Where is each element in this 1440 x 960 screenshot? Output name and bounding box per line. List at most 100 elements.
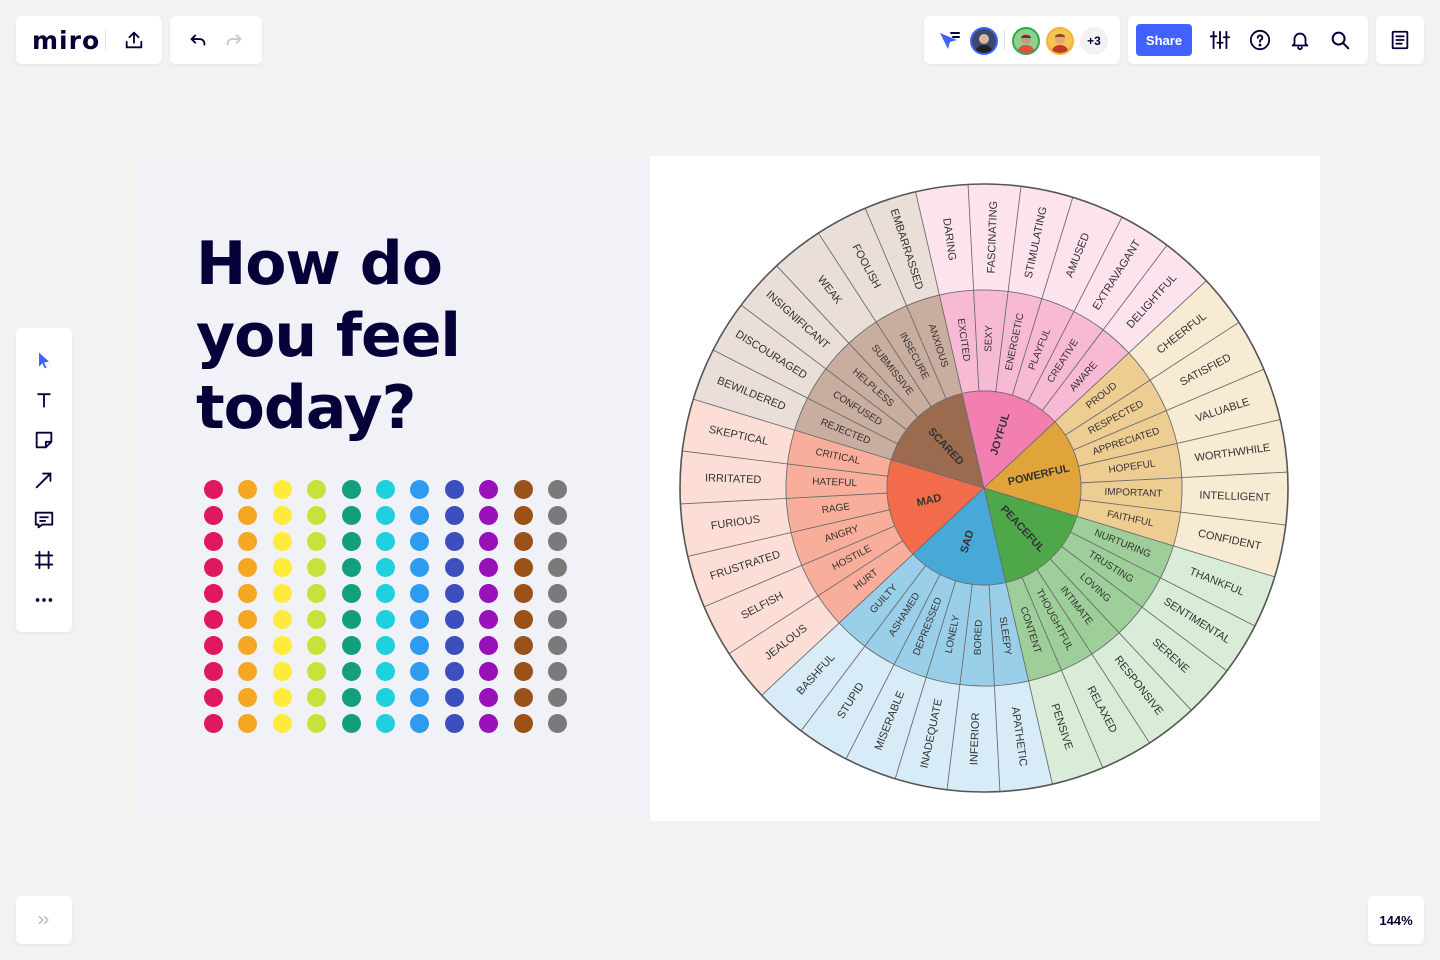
color-dot[interactable]: [376, 714, 395, 733]
color-dot[interactable]: [410, 662, 430, 681]
color-dot[interactable]: [204, 662, 223, 681]
color-dot[interactable]: [376, 662, 395, 681]
color-dot[interactable]: [204, 610, 223, 629]
color-dot[interactable]: [307, 636, 327, 655]
color-dot[interactable]: [410, 688, 430, 707]
color-dot[interactable]: [513, 662, 533, 681]
upload-icon[interactable]: [120, 26, 148, 54]
color-dot[interactable]: [444, 610, 464, 629]
color-dot[interactable]: [479, 688, 499, 707]
color-dot[interactable]: [444, 662, 464, 681]
color-dot[interactable]: [410, 532, 430, 551]
page-title[interactable]: How do you feel today?: [196, 228, 616, 444]
color-dot[interactable]: [479, 558, 499, 577]
more-dots-icon[interactable]: [30, 586, 58, 614]
color-dot[interactable]: [513, 584, 533, 603]
color-dot[interactable]: [513, 506, 533, 525]
color-dot[interactable]: [307, 688, 327, 707]
color-dot[interactable]: [341, 636, 361, 655]
color-dot[interactable]: [307, 714, 327, 733]
color-dot[interactable]: [341, 532, 361, 551]
color-dot-grid[interactable]: [198, 476, 578, 736]
color-dot[interactable]: [238, 532, 258, 551]
more-users-badge[interactable]: +3: [1080, 27, 1108, 55]
color-dot[interactable]: [548, 480, 567, 499]
color-dot[interactable]: [513, 480, 533, 499]
arrow-line-icon[interactable]: [30, 466, 58, 494]
color-dot[interactable]: [238, 558, 258, 577]
double-chevron-right-icon[interactable]: [30, 906, 58, 934]
color-dot[interactable]: [479, 506, 499, 525]
color-dot[interactable]: [341, 506, 361, 525]
avatar[interactable]: [1046, 27, 1074, 55]
color-dot[interactable]: [307, 506, 327, 525]
color-dot[interactable]: [272, 558, 292, 577]
color-dot[interactable]: [479, 714, 499, 733]
color-dot[interactable]: [272, 480, 292, 499]
color-dot[interactable]: [513, 610, 533, 629]
color-dot[interactable]: [548, 558, 567, 577]
color-dot[interactable]: [513, 558, 533, 577]
color-dot[interactable]: [307, 610, 327, 629]
color-dot[interactable]: [479, 610, 499, 629]
color-dot[interactable]: [444, 688, 464, 707]
color-dot[interactable]: [341, 480, 361, 499]
board-frame-left[interactable]: How do you feel today?: [138, 156, 650, 821]
color-dot[interactable]: [410, 714, 430, 733]
color-dot[interactable]: [272, 688, 292, 707]
color-dot[interactable]: [307, 584, 327, 603]
notes-icon[interactable]: [1386, 26, 1414, 54]
color-dot[interactable]: [410, 558, 430, 577]
avatar[interactable]: [1012, 27, 1040, 55]
color-dot[interactable]: [272, 532, 292, 551]
color-dot[interactable]: [548, 532, 567, 551]
sticky-note-icon[interactable]: [30, 426, 58, 454]
color-dot[interactable]: [307, 532, 327, 551]
bell-icon[interactable]: [1286, 26, 1314, 54]
color-dot[interactable]: [513, 532, 533, 551]
redo-icon[interactable]: [220, 26, 248, 54]
undo-icon[interactable]: [184, 26, 212, 54]
color-dot[interactable]: [307, 558, 327, 577]
color-dot[interactable]: [548, 662, 567, 681]
color-dot[interactable]: [238, 714, 258, 733]
color-dot[interactable]: [376, 636, 395, 655]
frame-icon[interactable]: [30, 546, 58, 574]
color-dot[interactable]: [376, 558, 395, 577]
color-dot[interactable]: [204, 636, 223, 655]
color-dot[interactable]: [238, 480, 258, 499]
color-dot[interactable]: [341, 714, 361, 733]
color-dot[interactable]: [204, 558, 223, 577]
color-dot[interactable]: [204, 584, 223, 603]
color-dot[interactable]: [376, 610, 395, 629]
color-dot[interactable]: [513, 636, 533, 655]
color-dot[interactable]: [307, 662, 327, 681]
color-dot[interactable]: [410, 610, 430, 629]
avatar[interactable]: [970, 27, 998, 55]
color-dot[interactable]: [479, 480, 499, 499]
color-dot[interactable]: [272, 610, 292, 629]
color-dot[interactable]: [479, 584, 499, 603]
color-dot[interactable]: [548, 506, 567, 525]
color-dot[interactable]: [376, 532, 395, 551]
color-dot[interactable]: [307, 480, 327, 499]
color-dot[interactable]: [341, 584, 361, 603]
color-dot[interactable]: [341, 688, 361, 707]
color-dot[interactable]: [238, 610, 258, 629]
color-dot[interactable]: [238, 662, 258, 681]
color-dot[interactable]: [444, 506, 464, 525]
color-dot[interactable]: [238, 688, 258, 707]
color-dot[interactable]: [376, 688, 395, 707]
cursor-tracking-icon[interactable]: [936, 28, 962, 52]
board-frame-right[interactable]: JEALOUS SELFISH FRUSTRATED FURIOUS IRRITATED…: [650, 156, 1320, 821]
feelings-wheel[interactable]: JEALOUSSELFISHFRUSTRATEDFURIOUSIRRITATED…: [674, 182, 1294, 794]
color-dot[interactable]: [513, 688, 533, 707]
color-dot[interactable]: [444, 480, 464, 499]
share-button[interactable]: Share: [1136, 24, 1192, 56]
color-dot[interactable]: [272, 584, 292, 603]
color-dot[interactable]: [410, 506, 430, 525]
color-dot[interactable]: [479, 636, 499, 655]
color-dot[interactable]: [341, 558, 361, 577]
color-dot[interactable]: [204, 714, 223, 733]
color-dot[interactable]: [444, 584, 464, 603]
